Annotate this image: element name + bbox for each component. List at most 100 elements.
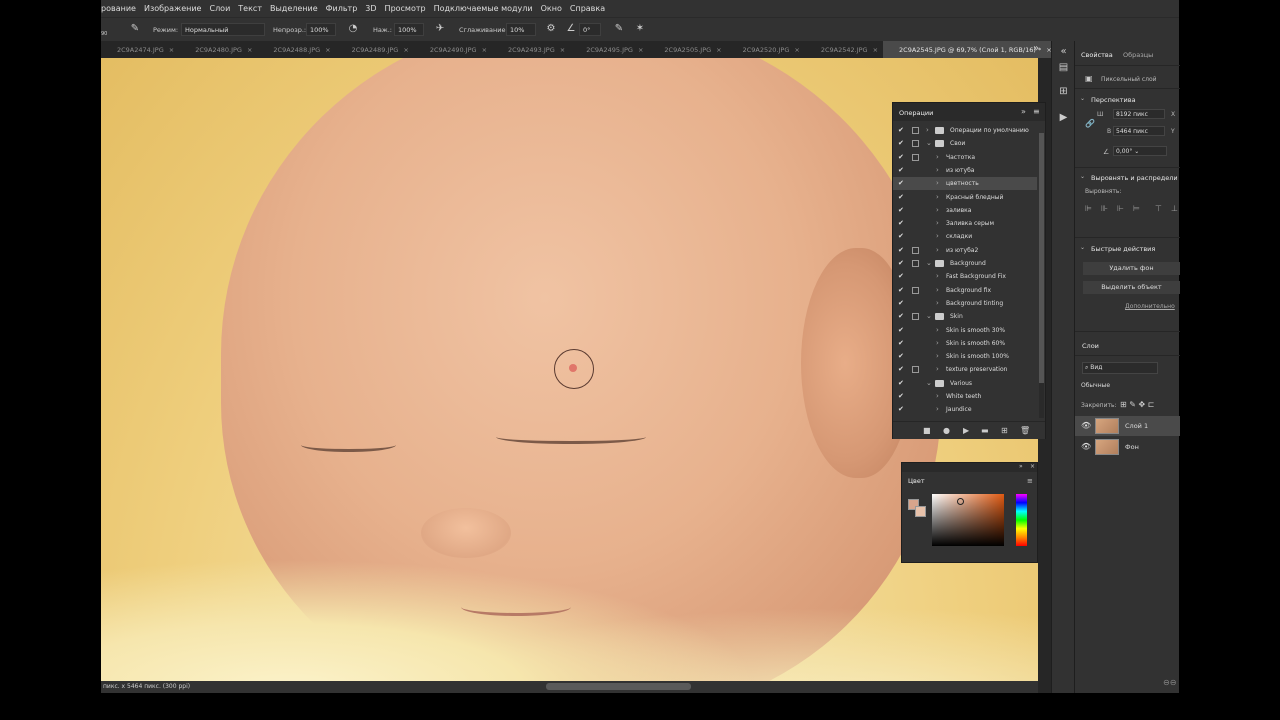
dialog-toggle-icon[interactable] [912, 140, 919, 148]
tab-2c9a2480[interactable]: 2C9A2480.JPG × [179, 41, 257, 58]
delete-icon[interactable]: 🗑 [1020, 426, 1030, 435]
rotate-field[interactable]: 0,00° ⌄ [1113, 146, 1167, 156]
dialog-toggle-icon[interactable] [912, 246, 919, 254]
chevron-right-icon[interactable]: › [936, 206, 939, 214]
dialog-toggle-icon[interactable] [912, 286, 919, 294]
check-icon[interactable]: ✔ [898, 126, 904, 134]
width-field[interactable]: 8192 пикс [1113, 109, 1165, 119]
document-info[interactable]: пикс. x 5464 пикс. (300 ppi) [103, 683, 190, 690]
adjust-icon[interactable]: ⊞ [1057, 85, 1070, 98]
link-icon[interactable]: 🔗 [1085, 119, 1095, 128]
menu-text[interactable]: Текст [238, 4, 262, 13]
dialog-toggle-icon[interactable] [912, 153, 919, 161]
action-row[interactable]: ✔ › Заливка серым [893, 217, 1037, 230]
play-icon[interactable]: ▶ [963, 426, 969, 435]
action-row[interactable]: ✔ › заливка [893, 204, 1037, 217]
tab-2c9a2488[interactable]: 2C9A2488.JPG × [257, 41, 335, 58]
panel-menu-icon[interactable]: ≡ [1033, 107, 1040, 116]
align-hcenter-icon[interactable]: ⊪ [1101, 204, 1108, 213]
check-icon[interactable]: ✔ [898, 139, 904, 147]
chevron-right-icon[interactable]: › [936, 339, 939, 347]
close-icon[interactable]: × [560, 46, 565, 54]
close-icon[interactable]: × [169, 46, 174, 54]
menu-filter[interactable]: Фильтр [326, 4, 358, 13]
align-right-edge-icon[interactable]: ⊨ [1133, 204, 1140, 213]
tab-2c9a2545-active[interactable]: 2C9A2545.JPG @ 69,7% (Слой 1, RGB/16) * × [883, 41, 1057, 58]
check-icon[interactable]: ✔ [898, 392, 904, 400]
opacity-field[interactable]: 100% [306, 23, 336, 36]
blend-mode-select[interactable]: Обычные [1081, 382, 1110, 389]
action-row[interactable]: ✔ › Background tinting [893, 297, 1037, 310]
tab-2c9a2493[interactable]: 2C9A2493.JPG × [492, 41, 570, 58]
check-icon[interactable]: ✔ [898, 405, 904, 413]
menu-image[interactable]: Изображение [144, 4, 202, 13]
eye-icon[interactable]: 👁 [1081, 442, 1091, 451]
menu-layers[interactable]: Слои [209, 4, 230, 13]
menu-help[interactable]: Справка [570, 4, 605, 13]
close-icon[interactable]: × [247, 46, 252, 54]
chevron-right-icon[interactable]: › [936, 326, 939, 334]
chevron-right-icon[interactable]: › [936, 246, 939, 254]
check-icon[interactable]: ✔ [898, 352, 904, 360]
dialog-toggle-icon[interactable] [912, 366, 919, 374]
chevron-down-icon[interactable]: ⌄ [1080, 173, 1085, 180]
close-icon[interactable]: × [873, 46, 878, 54]
chevron-right-icon[interactable]: › [936, 365, 939, 373]
eye-icon[interactable]: 👁 [1081, 421, 1091, 430]
menu-select[interactable]: Выделение [270, 4, 318, 13]
pressure-opacity-icon[interactable]: ◔ [347, 23, 359, 35]
check-icon[interactable]: ✔ [898, 206, 904, 214]
symmetry-icon[interactable]: ✶ [634, 23, 646, 35]
close-icon[interactable]: × [716, 46, 721, 54]
history-icon[interactable]: ▤ [1057, 61, 1070, 74]
pressure-field[interactable]: 100% [394, 23, 424, 36]
action-row[interactable]: ✔ › Частотка [893, 151, 1037, 164]
check-icon[interactable]: ✔ [898, 379, 904, 387]
link-layers-icon[interactable]: ⊖⊖ [1163, 678, 1176, 687]
action-row[interactable]: ✔ › White teeth [893, 390, 1037, 403]
align-right-icon[interactable]: ⊩ [1117, 204, 1124, 213]
action-row[interactable]: ✔ › Красный бледный [893, 191, 1037, 204]
chevron-right-icon[interactable]: › [936, 392, 939, 400]
check-icon[interactable]: ✔ [898, 259, 904, 267]
record-icon[interactable]: ● [943, 426, 950, 435]
menu-3d[interactable]: 3D [365, 4, 376, 13]
chevron-down-icon[interactable]: ⌄ [1080, 244, 1085, 251]
action-row[interactable]: ✔ › Skin is smooth 30% [893, 324, 1037, 337]
check-icon[interactable]: ✔ [898, 312, 904, 320]
chevron-right-icon[interactable]: › [926, 126, 929, 134]
action-row[interactable]: ✔ › цветность [893, 177, 1037, 191]
tabs-overflow-icon[interactable]: » [1033, 43, 1039, 54]
chevron-down-icon[interactable]: ⌄ [926, 259, 932, 267]
action-row[interactable]: ✔ › из ютуба2 [893, 244, 1037, 257]
smoothing-field[interactable]: 10% [506, 23, 536, 36]
chevron-right-icon[interactable]: › [936, 166, 939, 174]
collapse-icon[interactable]: » [1019, 463, 1023, 470]
brush-settings-icon[interactable]: ✎ [129, 23, 141, 35]
panel-expand-icon[interactable]: « [1057, 45, 1070, 58]
menu-window[interactable]: Окно [541, 4, 562, 13]
lock-icons[interactable]: ⊞ ✎ ✥ ⊏ [1120, 400, 1154, 409]
tab-2c9a2490[interactable]: 2C9A2490.JPG × [414, 41, 492, 58]
smoothing-settings-icon[interactable]: ⚙ [545, 23, 557, 35]
close-icon[interactable]: × [482, 46, 487, 54]
chevron-right-icon[interactable]: › [936, 352, 939, 360]
layer-filter-select[interactable]: ⌕ Вид [1082, 362, 1158, 374]
layer-row-layer1[interactable]: 👁 Слой 1 [1075, 416, 1180, 436]
chevron-right-icon[interactable]: › [936, 232, 939, 240]
check-icon[interactable]: ✔ [898, 326, 904, 334]
chevron-right-icon[interactable]: › [936, 219, 939, 227]
tab-2c9a2474[interactable]: 2C9A2474.JPG × [101, 41, 179, 58]
check-icon[interactable]: ✔ [898, 246, 904, 254]
chevron-right-icon[interactable]: › [936, 179, 939, 187]
tab-properties[interactable]: Свойства [1081, 51, 1113, 59]
check-icon[interactable]: ✔ [898, 193, 904, 201]
action-row[interactable]: ✔ › Background fix [893, 284, 1037, 297]
action-set-row[interactable]: ✔ ⌄ Background [893, 257, 1037, 270]
tab-2c9a2520[interactable]: 2C9A2520.JPG × [727, 41, 805, 58]
chevron-down-icon[interactable]: ⌄ [926, 139, 932, 147]
menu-edit[interactable]: рование [101, 4, 136, 13]
actions-play-icon[interactable]: ▶ [1057, 111, 1070, 124]
action-set-row[interactable]: ✔ › Операции по умолчанию [893, 124, 1037, 137]
actions-scroll-thumb[interactable] [1039, 133, 1044, 383]
